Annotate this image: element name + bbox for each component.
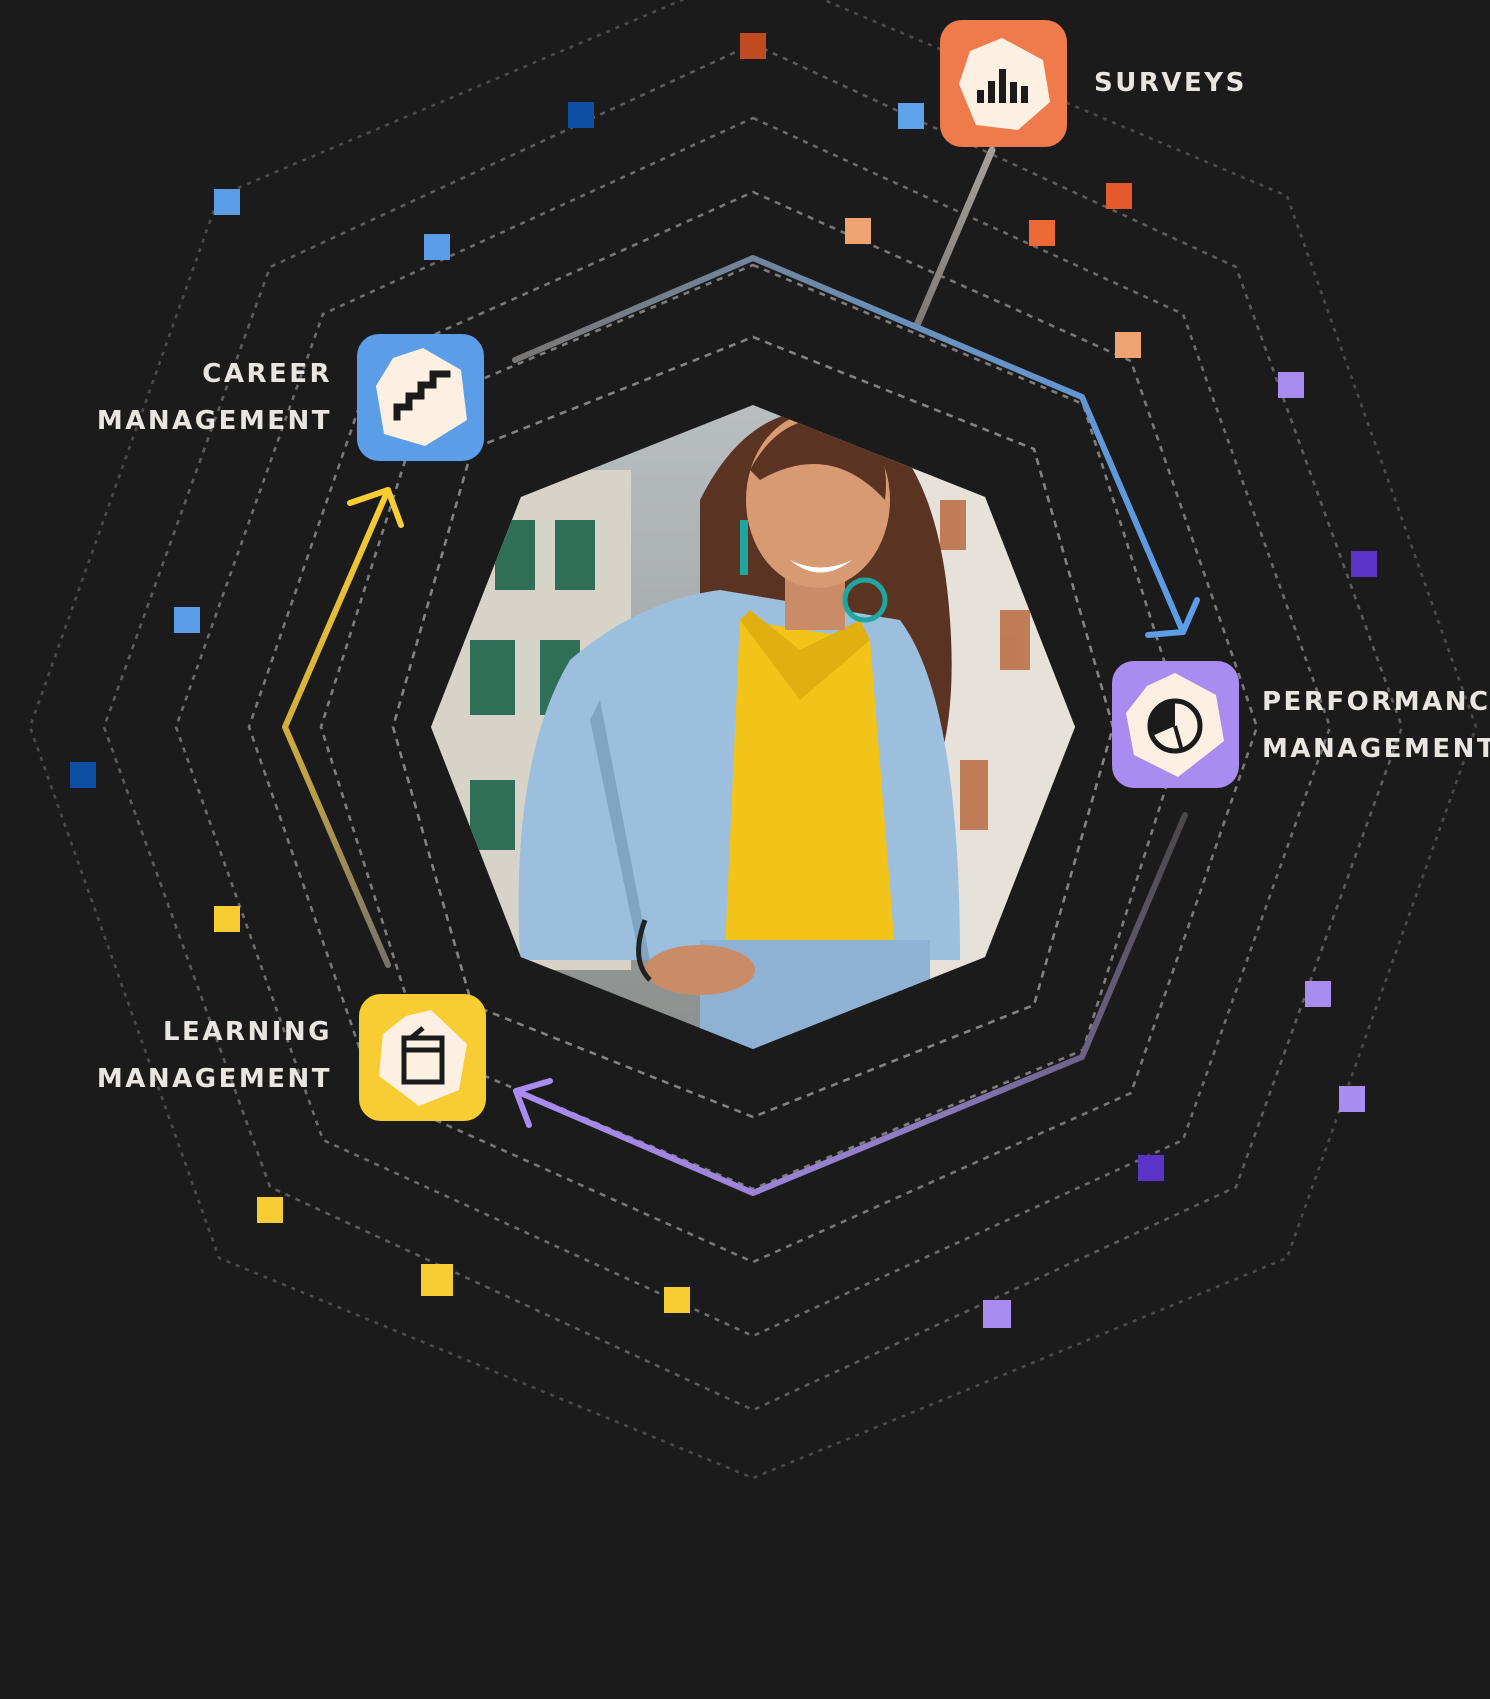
surveys-connector-line xyxy=(913,146,996,329)
square-peach xyxy=(1115,332,1141,358)
square-lavender xyxy=(983,1300,1011,1328)
square-violet xyxy=(1138,1155,1164,1181)
career-tile-svg xyxy=(357,334,484,461)
performance-management-label: PERFORMANCE MANAGEMENT xyxy=(1262,679,1490,773)
square-blue xyxy=(214,189,240,215)
career-label-line-1: CAREER xyxy=(202,359,332,389)
performance-management-node[interactable] xyxy=(1112,661,1239,788)
square-lavender xyxy=(1339,1086,1365,1112)
square-lavender xyxy=(1305,981,1331,1007)
performance-tile-svg xyxy=(1112,661,1239,788)
square-blue xyxy=(70,762,96,788)
learning-tile-svg xyxy=(359,994,486,1121)
square-blue xyxy=(568,102,594,128)
learning-management-node[interactable] xyxy=(359,994,486,1121)
square-blue xyxy=(174,607,200,633)
center-photo xyxy=(431,405,1075,1049)
career-management-label: CAREER MANAGEMENT xyxy=(97,351,332,445)
square-yellow xyxy=(257,1197,283,1223)
square-blue xyxy=(424,234,450,260)
square-orange xyxy=(1029,220,1055,246)
square-yellow xyxy=(421,1264,453,1296)
diagram: SURVEYS CAREER MANAGEMENT PERFORMANCE MA… xyxy=(0,0,1490,1694)
learning-management-label: LEARNING MANAGEMENT xyxy=(97,1009,332,1103)
career-label-line-2: MANAGEMENT xyxy=(96,406,332,436)
surveys-label: SURVEYS xyxy=(1094,60,1247,107)
surveys-node[interactable] xyxy=(940,20,1067,147)
learning-label-line-1: LEARNING xyxy=(162,1017,332,1047)
arrow-learning-to-career xyxy=(282,487,391,968)
square-orange xyxy=(1106,183,1132,209)
square-yellow xyxy=(214,906,240,932)
performance-label-line-2: MANAGEMENT xyxy=(1262,734,1490,764)
square-blue xyxy=(898,103,924,129)
surveys-tile-svg xyxy=(940,20,1067,147)
square-violet xyxy=(1351,551,1377,577)
square-peach xyxy=(845,218,871,244)
performance-label-line-1: PERFORMANCE xyxy=(1262,687,1490,717)
square-orange xyxy=(740,33,766,59)
diagram-canvas xyxy=(28,0,1478,1480)
career-management-node[interactable] xyxy=(357,334,484,461)
square-lavender xyxy=(1278,372,1304,398)
square-yellow xyxy=(664,1287,690,1313)
surveys-label-line-1: SURVEYS xyxy=(1094,68,1247,98)
learning-label-line-2: MANAGEMENT xyxy=(96,1064,332,1094)
